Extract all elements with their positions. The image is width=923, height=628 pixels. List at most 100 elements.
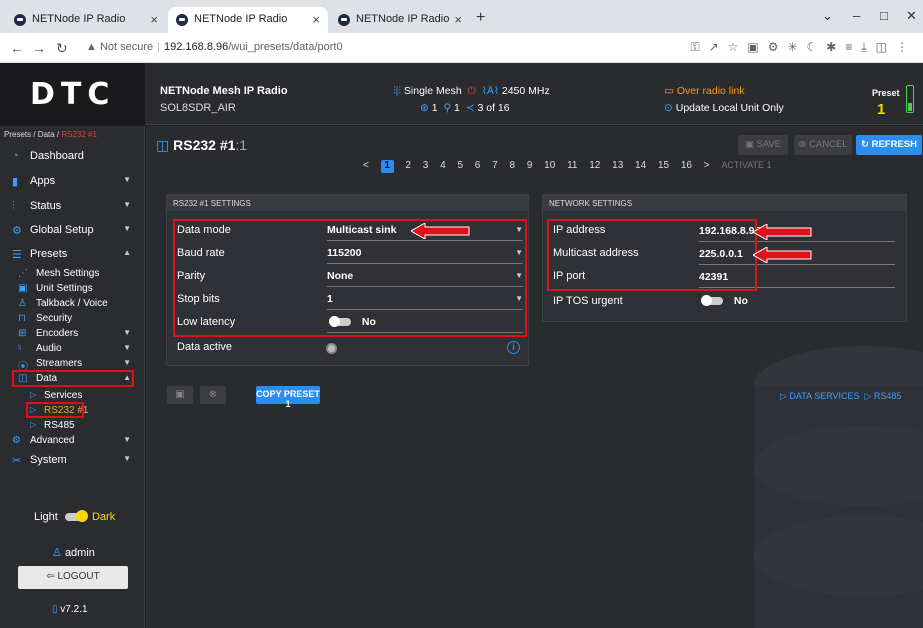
page-15[interactable]: 15: [658, 160, 669, 171]
netnode-favicon: [338, 14, 350, 26]
reload-icon[interactable]: ↻: [56, 40, 68, 57]
chevron-down-icon[interactable]: ⌄: [822, 8, 833, 24]
logout-button[interactable]: ⇦ LOGOUT: [18, 566, 128, 589]
page-8[interactable]: 8: [509, 160, 515, 171]
page-6[interactable]: 6: [475, 160, 481, 171]
page-10[interactable]: 10: [544, 160, 555, 171]
baud-rate-select[interactable]: 115200 ▼: [327, 247, 523, 264]
dropdown-icon: ▼: [515, 271, 523, 280]
page-7[interactable]: 7: [492, 160, 498, 171]
page-3[interactable]: 3: [423, 160, 429, 171]
browser-tab-active[interactable]: NETNode IP Radio ×: [168, 7, 328, 33]
stream-icon: ⦿: [18, 362, 28, 373]
netnode-favicon: [14, 14, 26, 26]
save-label: SAVE: [756, 139, 782, 150]
dropdown-icon: ▼: [515, 294, 523, 303]
sidebar-item-label: Advanced: [30, 435, 75, 446]
sidebar-item-label: RS232 #1: [44, 405, 89, 416]
minimize-icon[interactable]: –: [853, 8, 860, 23]
data-services-link[interactable]: DATA SERVICES: [789, 391, 859, 401]
close-tab-icon[interactable]: ×: [150, 12, 158, 27]
ip-tos-toggle[interactable]: No: [699, 295, 895, 312]
breadcrumb-current[interactable]: RS232 #1: [61, 130, 97, 139]
product-name: NETNode Mesh IP Radio: [160, 85, 288, 97]
page-5[interactable]: 5: [457, 160, 463, 171]
page-9[interactable]: 9: [527, 160, 533, 171]
page-16[interactable]: 16: [681, 160, 692, 171]
activate-button[interactable]: ACTIVATE 1: [721, 160, 771, 170]
browser-tab[interactable]: NETNode IP Radio ×: [6, 7, 166, 33]
baud-rate-value: 115200: [327, 247, 362, 259]
close-tab-icon[interactable]: ×: [312, 12, 320, 27]
power-icon: ⏻: [467, 85, 476, 97]
rs485-link[interactable]: RS485: [874, 391, 902, 401]
cancel-button[interactable]: ⊗ CANCEL: [794, 135, 852, 155]
switch-icon[interactable]: [329, 316, 351, 328]
dropdown-icon: ▼: [515, 248, 523, 257]
next-page-icon[interactable]: >: [704, 160, 710, 171]
tab-title: NETNode IP Radio: [32, 13, 126, 25]
theme-switch[interactable]: [64, 510, 88, 523]
page-4[interactable]: 4: [440, 160, 446, 171]
prev-page-icon[interactable]: <: [363, 160, 369, 171]
save-button[interactable]: ▣ SAVE: [738, 135, 788, 155]
close-window-icon[interactable]: ✕: [906, 8, 917, 24]
refresh-button[interactable]: ↻ REFRESH: [856, 135, 922, 155]
page-14[interactable]: 14: [635, 160, 646, 171]
forward-icon[interactable]: →: [32, 40, 46, 56]
parity-select[interactable]: None ▼: [327, 270, 523, 287]
rs232-settings-panel: RS232 #1 SETTINGS Data mode Multicast si…: [166, 194, 529, 366]
back-icon[interactable]: ←: [10, 40, 24, 56]
dtc-logo: DTC: [30, 77, 116, 112]
ip-port-value: 42391: [699, 271, 729, 283]
new-tab-icon[interactable]: +: [476, 9, 485, 27]
browser-tab[interactable]: NETNode IP Radio ×: [330, 7, 470, 33]
switch-icon[interactable]: [701, 295, 723, 307]
location-count: 1: [454, 102, 460, 114]
page-12[interactable]: 12: [589, 160, 600, 171]
version: ▯ v7.2.1: [52, 604, 88, 615]
ip-port-input[interactable]: 42391: [699, 271, 895, 288]
url-field[interactable]: ▲ Not secure | 192.168.8.96/wui_presets/da…: [86, 41, 343, 53]
update-mode[interactable]: ⊙ Update Local Unit Only: [664, 102, 784, 114]
stop-bits-label: Stop bits: [177, 293, 220, 305]
info-icon[interactable]: i: [507, 341, 520, 354]
play-icon: ▷: [864, 391, 874, 401]
unit-icon: ▣: [18, 283, 28, 294]
gear-icon: ⚙: [12, 225, 22, 237]
user-info: ♙ admin: [52, 546, 95, 559]
sidebar-item-label: RS485: [44, 420, 75, 431]
related-links: ▷ DATA SERVICES ▷ RS485: [780, 391, 901, 402]
stop-bits-select[interactable]: 1 ▼: [327, 293, 523, 310]
page-2[interactable]: 2: [405, 160, 411, 171]
chevron-down-icon: ▼: [123, 224, 131, 233]
sidebar-item-label: Streamers: [36, 358, 83, 369]
close-tab-icon[interactable]: ×: [454, 12, 462, 27]
page-1[interactable]: 1: [380, 160, 394, 173]
sidebar-item-label: Security: [36, 313, 73, 324]
status-icon: ⫶: [12, 200, 15, 212]
page-11[interactable]: 11: [567, 160, 577, 171]
copy-preset-button[interactable]: COPY PRESET 1: [256, 386, 320, 409]
cancel-small-button[interactable]: ⊗: [200, 386, 226, 404]
page-13[interactable]: 13: [612, 160, 623, 171]
url-path: /wui_presets/data/port0: [228, 41, 343, 53]
sidebar-item-label: Dashboard: [30, 150, 84, 162]
parity-value: None: [327, 270, 354, 282]
radio-link-status[interactable]: ▭ Over radio link: [664, 85, 745, 97]
theme-toggle[interactable]: Light Dark: [34, 510, 115, 523]
encoder-icon: ⊞: [18, 328, 27, 339]
cancel-icon: ⊗: [798, 139, 810, 150]
tools-icon: ✂: [12, 455, 22, 467]
browser-tab-strip: NETNode IP Radio × NETNode IP Radio × NE…: [0, 0, 923, 33]
chip-icon: ▯: [52, 604, 58, 615]
maximize-icon[interactable]: □: [880, 8, 888, 23]
breadcrumb: Presets / Data / RS232 #1: [4, 130, 97, 139]
low-latency-toggle[interactable]: No: [327, 316, 523, 333]
browser-toolbar-icons[interactable]: ⚿↗☆▣⚙✳☾✱≡⤓◫⋮: [690, 40, 917, 55]
page-title: ◫ RS232 #1:1: [156, 137, 247, 154]
location-icon: ⚲: [443, 102, 452, 114]
sidebar-item-label: Talkback / Voice: [36, 298, 108, 309]
save-small-button[interactable]: ▣: [167, 386, 193, 404]
router-icon: ▭: [664, 85, 674, 97]
